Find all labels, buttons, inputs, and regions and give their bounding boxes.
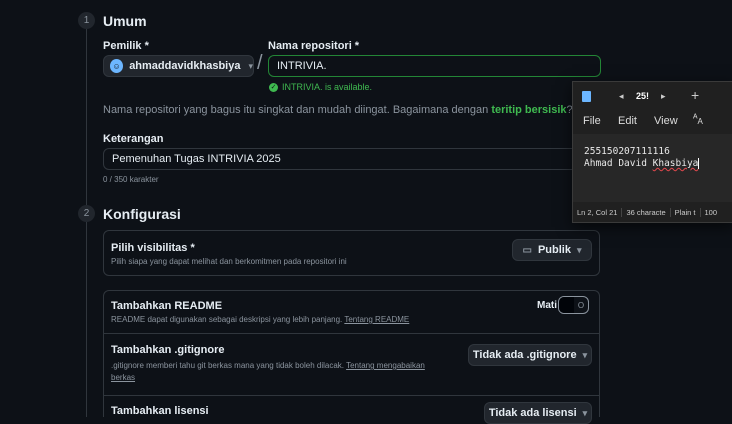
- chevron-down-icon: ▾: [582, 349, 588, 360]
- readme-toggle[interactable]: O: [558, 296, 589, 314]
- notepad-text[interactable]: 255150207111116 Ahmad David Khasbiya: [584, 146, 700, 170]
- section-title-konfigurasi: Konfigurasi: [103, 206, 181, 222]
- menu-view[interactable]: View: [654, 115, 678, 127]
- gitignore-about-link[interactable]: Tentang mengabaikan: [346, 361, 425, 370]
- notepad-app-icon: [582, 91, 591, 102]
- notepad-titlebar: ◂ 25! ▸ +: [573, 82, 732, 112]
- path-separator: /: [257, 52, 263, 74]
- status-char-count: 36 characte: [622, 207, 671, 217]
- gitignore-desc-text: .gitignore memberi tahu git berkas mana …: [111, 361, 347, 370]
- divider: [103, 395, 600, 396]
- gitignore-title: Tambahkan .gitignore: [111, 344, 225, 356]
- visibility-desc: Pilih siapa yang dapat melihat dan berko…: [111, 257, 347, 266]
- availability-text: INTRIVIA. is available.: [282, 82, 373, 92]
- hint-text: Nama repositori yang bagus itu singkat d…: [103, 104, 492, 116]
- owner-dropdown[interactable]: ☺ ahmaddavidkhasbiya ▾: [103, 55, 254, 77]
- section-title-umum: Umum: [103, 13, 147, 29]
- repo-name-hint: Nama repositori yang bagus itu singkat d…: [103, 104, 573, 116]
- notepad-statusbar: Ln 2, Col 21 36 characte Plain t 100: [573, 202, 732, 222]
- check-circle-icon: ✓: [269, 82, 278, 92]
- divider: [103, 333, 600, 334]
- gitignore-value: Tidak ada .gitignore: [472, 349, 577, 361]
- owner-value: ahmaddavidkhasbiya: [129, 60, 241, 72]
- toggle-off-glyph: O: [577, 300, 585, 310]
- status-position: Ln 2, Col 21: [573, 207, 623, 217]
- step-2-badge: 2: [78, 205, 95, 222]
- license-title: Tambahkan lisensi: [111, 405, 209, 417]
- license-dropdown[interactable]: Tidak ada lisensi ▾: [484, 402, 592, 424]
- readme-title: Tambahkan README: [111, 300, 223, 312]
- readme-desc: README dapat digunakan sebagai deskripsi…: [111, 315, 409, 324]
- chevron-down-icon: ▾: [576, 244, 582, 255]
- readme-about-link[interactable]: Tentang README: [344, 315, 409, 324]
- menu-file[interactable]: File: [583, 115, 601, 127]
- repo-name-input[interactable]: [268, 55, 601, 77]
- gitignore-dropdown[interactable]: Tidak ada .gitignore ▾: [468, 344, 592, 366]
- license-value: Tidak ada lisensi: [488, 407, 577, 419]
- font-settings-icon[interactable]: ᴬA: [693, 113, 703, 126]
- step-1-badge: 1: [78, 12, 95, 29]
- text-cursor: [698, 158, 700, 169]
- visibility-dropdown[interactable]: ▭ Publik ▾: [512, 239, 592, 261]
- text-line-2-misspelled: Khasbiya: [652, 158, 699, 169]
- status-format[interactable]: Plain t: [671, 207, 701, 217]
- availability-message: ✓ INTRIVIA. is available.: [269, 82, 372, 92]
- suggested-name-link[interactable]: teritip bersisik: [491, 104, 566, 116]
- monitor-icon: ▭: [522, 244, 532, 256]
- gitignore-about-link-cont[interactable]: berkas: [111, 373, 135, 382]
- avatar: ☺: [110, 59, 124, 73]
- toggle-knob: [559, 297, 574, 313]
- repo-name-label: Nama repositori *: [268, 40, 360, 52]
- owner-label: Pemilik *: [103, 40, 149, 52]
- text-line-2-prefix: Ahmad David: [584, 158, 653, 169]
- readme-state-label: Mati: [537, 300, 557, 311]
- readme-desc-text: README dapat digunakan sebagai deskripsi…: [111, 315, 345, 324]
- tab-scroll-right-icon[interactable]: ▸: [661, 91, 666, 102]
- text-line-1: 255150207111116: [584, 146, 670, 157]
- notepad-window: ◂ 25! ▸ + File Edit View ᴬA 255150207111…: [572, 81, 732, 223]
- gitignore-desc: .gitignore memberi tahu git berkas mana …: [111, 360, 471, 384]
- description-input[interactable]: [103, 148, 600, 170]
- description-label: Keterangan: [103, 133, 164, 145]
- status-zoom[interactable]: 100: [701, 208, 722, 217]
- new-tab-icon[interactable]: +: [691, 87, 699, 103]
- menu-edit[interactable]: Edit: [618, 115, 637, 127]
- visibility-value: Publik: [537, 244, 571, 256]
- visibility-title: Pilih visibilitas *: [111, 242, 195, 254]
- tab-scroll-left-icon[interactable]: ◂: [619, 91, 624, 102]
- tab-label[interactable]: 25!: [636, 91, 649, 101]
- description-char-count: 0 / 350 karakter: [103, 175, 159, 184]
- chevron-down-icon: ▾: [248, 60, 253, 71]
